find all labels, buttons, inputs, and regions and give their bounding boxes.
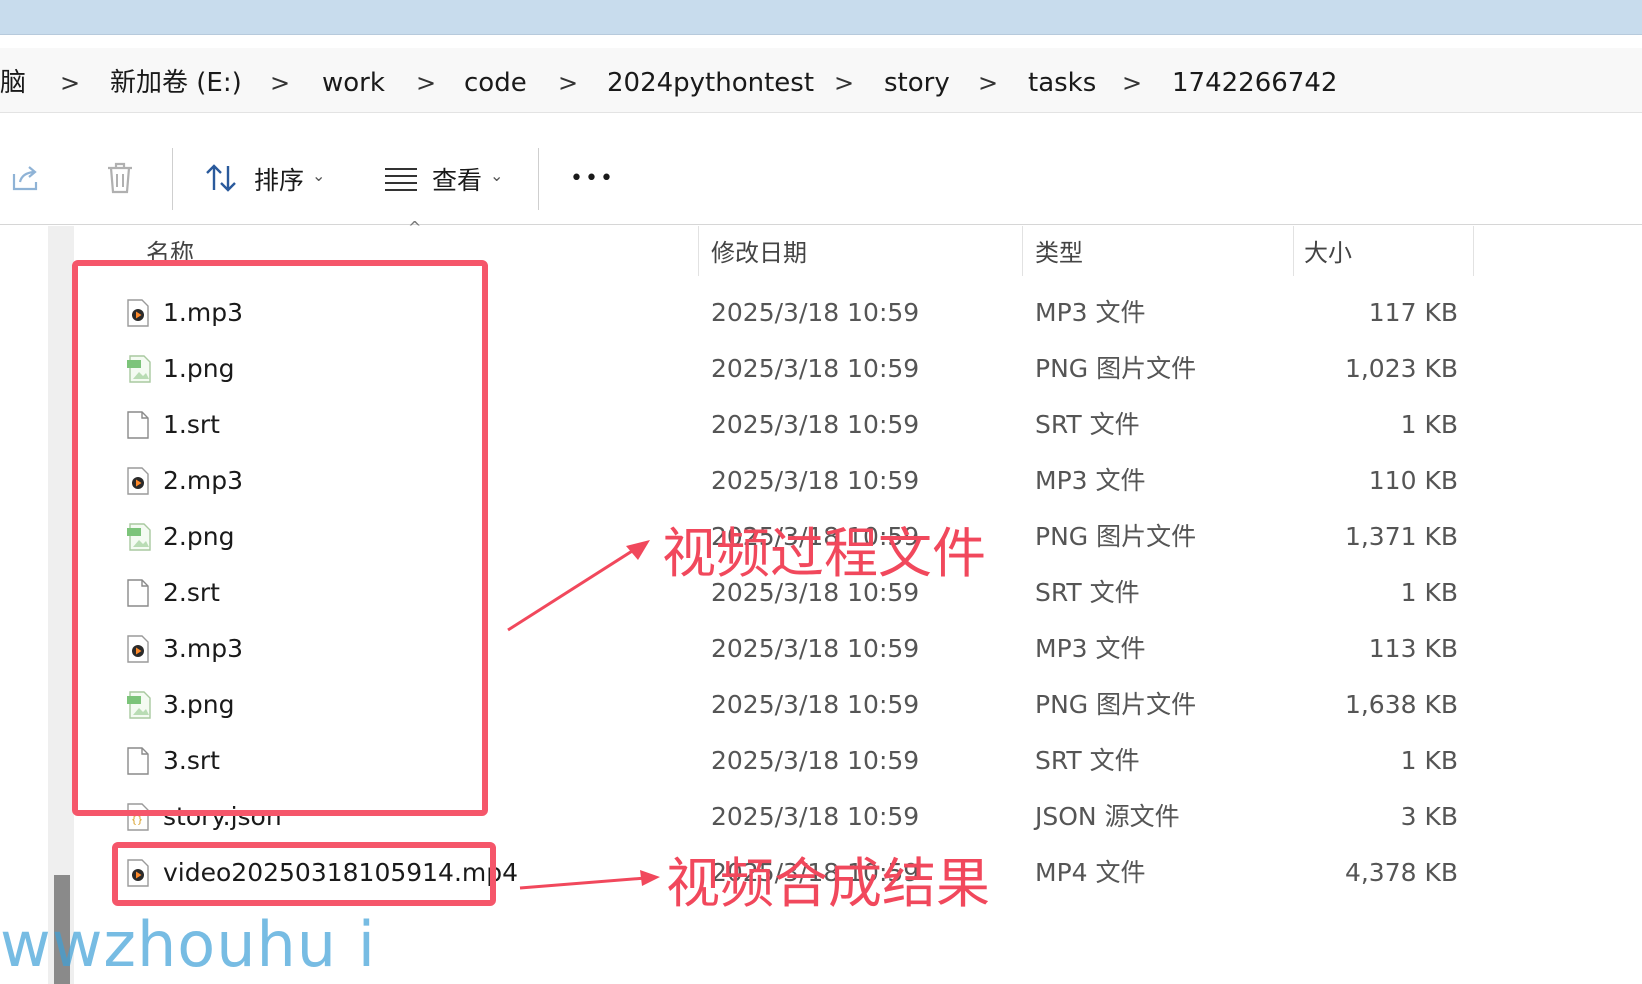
toolbar-divider <box>538 148 539 210</box>
breadcrumb-item-computer[interactable]: 脑 <box>0 66 26 100</box>
delete-button[interactable] <box>104 160 136 196</box>
file-size: 4,378 KB <box>1344 858 1458 887</box>
file-size: 117 KB <box>1368 298 1458 327</box>
file-type: MP3 文件 <box>1035 298 1146 327</box>
file-type: PNG 图片文件 <box>1035 690 1197 719</box>
watermark-text: wwzhouhu i <box>0 908 377 981</box>
sort-button[interactable]: 排序 <box>254 164 304 198</box>
command-bar <box>0 132 1642 225</box>
chevron-down-icon: ⌄ <box>490 166 504 185</box>
file-size: 113 KB <box>1368 634 1458 663</box>
file-size: 1 KB <box>1400 578 1458 607</box>
file-modified-date: 2025/3/18 10:59 <box>711 354 920 383</box>
share-button[interactable] <box>10 162 42 194</box>
breadcrumb-item-tasks[interactable]: tasks <box>1028 66 1096 100</box>
annotation-arrow-process <box>507 540 650 632</box>
column-separator[interactable] <box>1022 226 1023 276</box>
file-size: 110 KB <box>1368 466 1458 495</box>
breadcrumb-item-2024pythontest[interactable]: 2024pythontest <box>607 66 814 100</box>
file-modified-date: 2025/3/18 10:59 <box>711 466 920 495</box>
more-options-button[interactable]: ••• <box>570 162 615 196</box>
breadcrumb-separator[interactable]: > <box>1122 66 1142 100</box>
file-type: PNG 图片文件 <box>1035 354 1197 383</box>
file-type: PNG 图片文件 <box>1035 522 1197 551</box>
breadcrumb-separator[interactable]: > <box>834 66 854 100</box>
highlight-box-result-file <box>112 842 496 906</box>
window-title-bar <box>0 0 1642 35</box>
column-header-type[interactable]: 类型 <box>1035 236 1083 270</box>
file-size: 1,023 KB <box>1344 354 1458 383</box>
file-type: SRT 文件 <box>1035 578 1140 607</box>
file-type: MP3 文件 <box>1035 466 1146 495</box>
breadcrumb-item-drive[interactable]: 新加卷 (E:) <box>110 66 242 100</box>
file-type: MP4 文件 <box>1035 858 1146 887</box>
breadcrumb-separator[interactable]: > <box>60 66 80 100</box>
annotation-arrow-result <box>519 870 660 890</box>
sort-icon-wrap[interactable] <box>204 160 240 196</box>
column-separator[interactable] <box>1473 226 1474 276</box>
breadcrumb-item-current-folder[interactable]: 1742266742 <box>1172 66 1337 100</box>
breadcrumb-item-story[interactable]: story <box>884 66 950 100</box>
annotation-process-files: 视频过程文件 <box>662 522 986 585</box>
file-size: 1 KB <box>1400 410 1458 439</box>
file-modified-date: 2025/3/18 10:59 <box>711 410 920 439</box>
annotation-result: 视频合成结果 <box>666 852 990 915</box>
file-size: 1 KB <box>1400 746 1458 775</box>
highlight-box-process-files <box>72 260 488 816</box>
address-bar[interactable] <box>0 48 1642 113</box>
breadcrumb-separator[interactable]: > <box>270 66 290 100</box>
file-size: 1,638 KB <box>1344 690 1458 719</box>
file-type: SRT 文件 <box>1035 746 1140 775</box>
view-button[interactable]: 查看 <box>432 164 482 198</box>
file-modified-date: 2025/3/18 10:59 <box>711 298 920 327</box>
column-separator[interactable] <box>1293 226 1294 276</box>
toolbar-divider <box>172 148 173 210</box>
column-separator[interactable] <box>698 226 699 276</box>
view-lines-icon <box>385 168 417 191</box>
file-type: MP3 文件 <box>1035 634 1146 663</box>
view-icon-wrap[interactable] <box>384 166 418 192</box>
chevron-down-icon: ⌄ <box>312 166 326 185</box>
file-modified-date: 2025/3/18 10:59 <box>711 634 920 663</box>
breadcrumb-item-work[interactable]: work <box>322 66 385 100</box>
file-modified-date: 2025/3/18 10:59 <box>711 802 920 831</box>
file-modified-date: 2025/3/18 10:59 <box>711 690 920 719</box>
share-icon <box>12 166 38 191</box>
file-type: JSON 源文件 <box>1035 802 1180 831</box>
breadcrumb-item-code[interactable]: code <box>464 66 527 100</box>
file-modified-date: 2025/3/18 10:59 <box>711 746 920 775</box>
file-size: 3 KB <box>1400 802 1458 831</box>
svg-text:{}: {} <box>131 815 143 826</box>
trash-icon <box>108 162 132 194</box>
file-type: SRT 文件 <box>1035 410 1140 439</box>
breadcrumb-separator[interactable]: > <box>978 66 998 100</box>
column-header-date[interactable]: 修改日期 <box>711 236 807 270</box>
sort-ascending-indicator-icon: ^ <box>408 218 422 237</box>
breadcrumb-separator[interactable]: > <box>558 66 578 100</box>
file-size: 1,371 KB <box>1344 522 1458 551</box>
sort-arrows-icon <box>206 164 236 192</box>
breadcrumb-separator[interactable]: > <box>416 66 436 100</box>
column-header-size[interactable]: 大小 <box>1304 236 1352 270</box>
